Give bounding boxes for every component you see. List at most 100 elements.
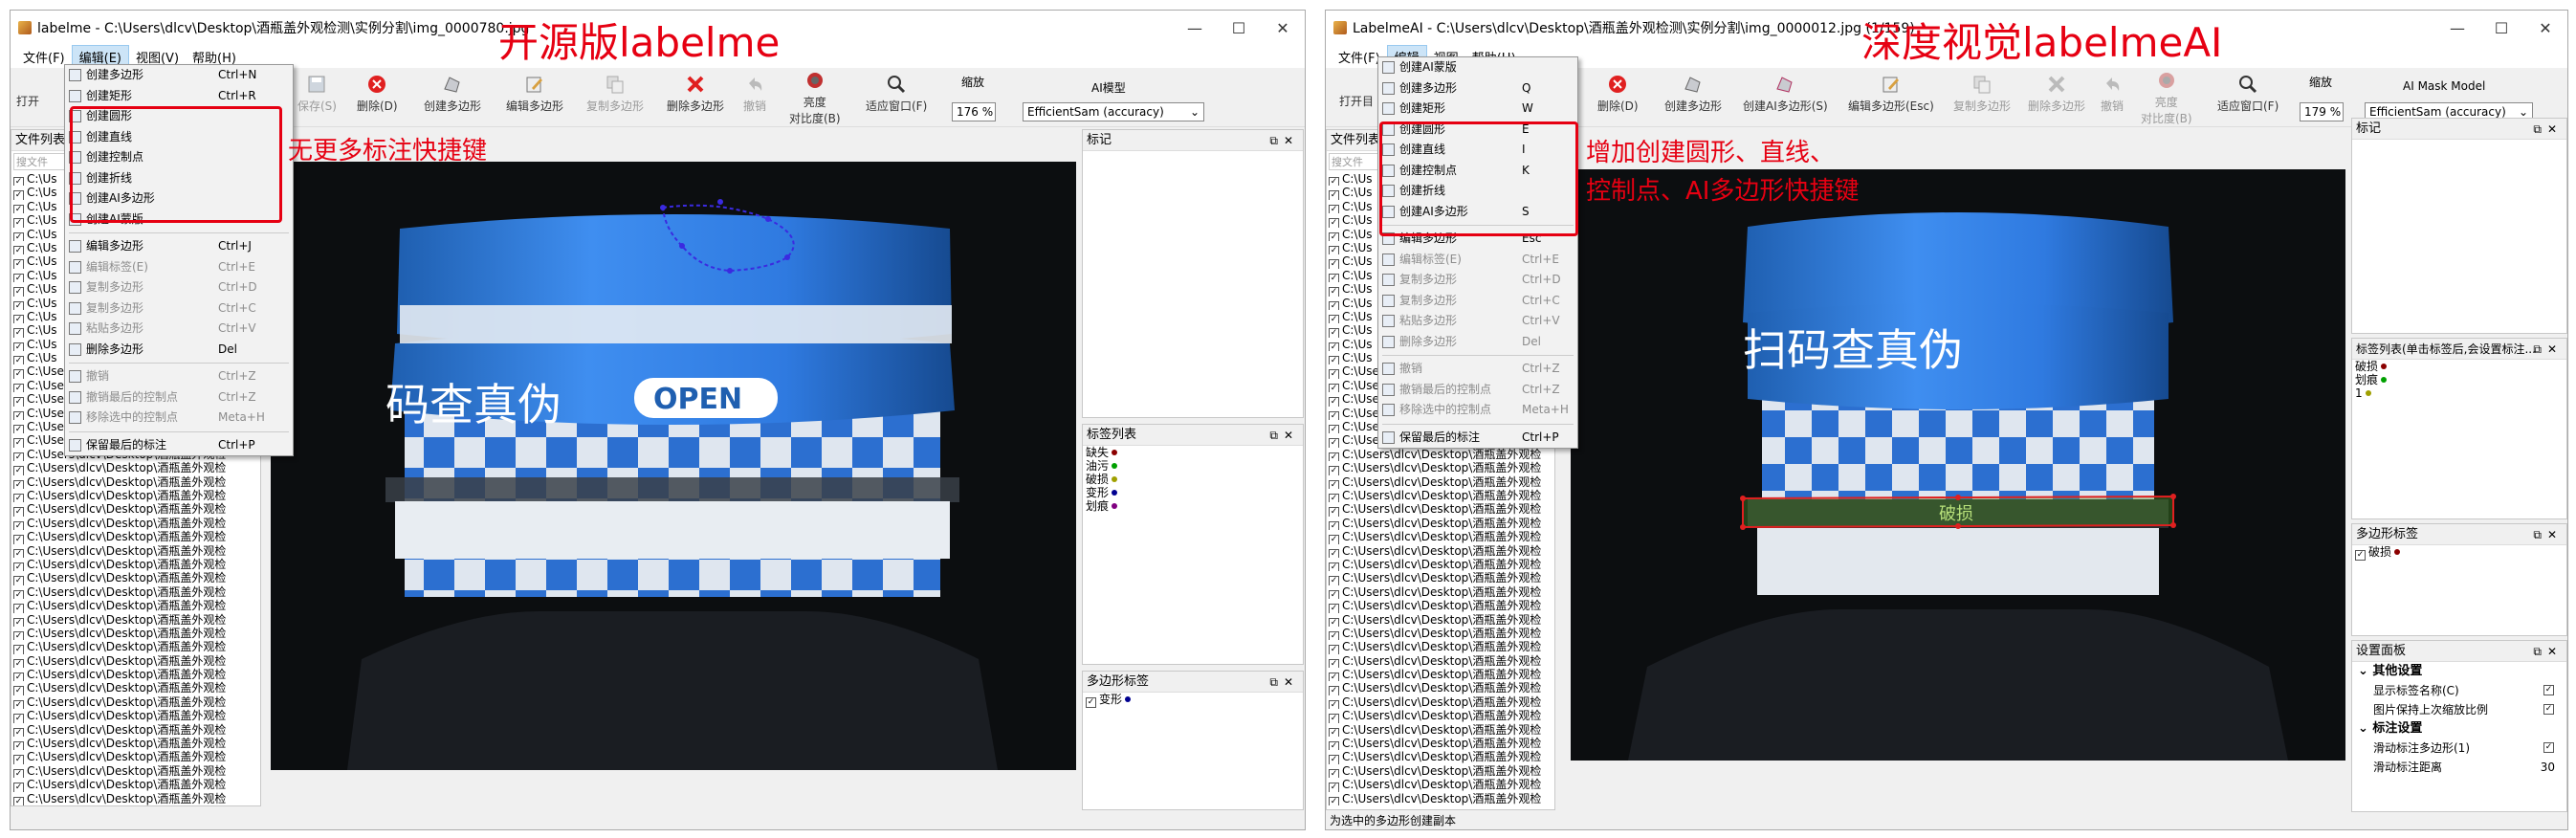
file-checkbox[interactable]: ✓ [13, 604, 24, 613]
file-list-item[interactable]: ✓C:\Users\dlcv\Desktop\酒瓶盖外观检 [1327, 448, 1554, 462]
file-list-item[interactable]: ✓C:\Users\dlcv\Desktop\酒瓶盖外观检 [11, 517, 260, 531]
file-list-item[interactable]: ✓C:\Users\dlcv\Desktop\酒瓶盖外观检 [11, 681, 260, 695]
file-checkbox[interactable]: ✓ [1329, 727, 1339, 738]
file-list-item[interactable]: ✓C:\Users\dlcv\Desktop\酒瓶盖外观检 [11, 475, 260, 489]
settings-group-other[interactable]: ⌄ 其他设置 [2352, 662, 2566, 681]
file-checkbox[interactable]: ✓ [13, 741, 24, 751]
maximize-button[interactable]: ☐ [2479, 11, 2523, 45]
file-checkbox[interactable]: ✓ [1329, 479, 1339, 489]
file-list-item[interactable]: ✓C:\Users\dlcv\Desktop\酒瓶盖外观检 [11, 792, 260, 805]
file-checkbox[interactable]: ✓ [1329, 783, 1339, 792]
file-checkbox[interactable]: ✓ [1329, 617, 1339, 627]
fit-window-button[interactable]: 适应窗口(F) [2217, 74, 2279, 114]
label-checkbox[interactable]: ✓ [2355, 550, 2366, 561]
file-list-item[interactable]: ✓C:\Users\dlcv\Desktop\酒瓶盖外观检 [11, 750, 260, 764]
file-checkbox[interactable]: ✓ [1329, 452, 1339, 462]
close-button[interactable]: ✕ [2523, 11, 2567, 45]
file-list-item[interactable]: ✓C:\Users\dlcv\Desktop\酒瓶盖外观检 [11, 709, 260, 723]
dock-buttons[interactable]: ⧉✕ [1269, 425, 1299, 446]
file-checkbox[interactable]: ✓ [1329, 204, 1339, 214]
menu-item[interactable]: 复制多边形 Ctrl+D [1378, 270, 1577, 291]
menu-item[interactable]: 撤销 Ctrl+Z [65, 366, 293, 387]
zoom-input[interactable]: 179 % [2300, 102, 2344, 121]
file-list-item[interactable]: ✓C:\Users\dlcv\Desktop\酒瓶盖外观检 [11, 571, 260, 585]
brightness-button[interactable]: 亮度 对比度(B) [2141, 70, 2192, 126]
file-list-item[interactable]: ✓C:\Users\dlcv\Desktop\酒瓶盖外观检 [1327, 750, 1554, 764]
file-list-item[interactable]: ✓C:\Users\dlcv\Desktop\酒瓶盖外观检 [11, 530, 260, 544]
file-checkbox[interactable]: ✓ [1329, 356, 1339, 365]
delete-polygon-button[interactable]: 删除多边形 [2028, 74, 2085, 114]
menu-item[interactable]: 粘贴多边形 Ctrl+V [65, 319, 293, 340]
file-list-item[interactable]: ✓C:\Users\dlcv\Desktop\酒瓶盖外观检 [1327, 571, 1554, 585]
file-checkbox[interactable]: ✓ [13, 218, 24, 228]
file-checkbox[interactable]: ✓ [13, 314, 24, 324]
brightness-button[interactable]: 亮度 对比度(B) [789, 70, 841, 126]
file-list-item[interactable]: ✓C:\Users\dlcv\Desktop\酒瓶盖外观检 [11, 668, 260, 682]
file-checkbox[interactable]: ✓ [13, 520, 24, 531]
file-checkbox[interactable]: ✓ [13, 699, 24, 710]
file-checkbox[interactable]: ✓ [1329, 562, 1339, 572]
label-item[interactable]: 1 [2352, 386, 2566, 400]
checkbox[interactable]: ✓ [2543, 685, 2554, 695]
label-item[interactable]: 划痕 [1083, 499, 1303, 513]
file-list-item[interactable]: ✓C:\Users\dlcv\Desktop\酒瓶盖外观检 [11, 654, 260, 669]
undo-button[interactable]: 撤销 [2101, 74, 2124, 114]
file-checkbox[interactable]: ✓ [13, 479, 24, 489]
image-canvas[interactable]: 码查真伪 OPEN [271, 162, 1076, 770]
menu-item[interactable]: 移除选中的控制点 Meta+H [65, 408, 293, 429]
file-checkbox[interactable]: ✓ [13, 686, 24, 695]
file-checkbox[interactable]: ✓ [1329, 190, 1339, 200]
file-checkbox[interactable]: ✓ [13, 548, 24, 558]
file-checkbox[interactable]: ✓ [13, 673, 24, 682]
file-checkbox[interactable]: ✓ [13, 204, 24, 214]
file-list-item[interactable]: ✓C:\Users\dlcv\Desktop\酒瓶盖外观检 [1327, 723, 1554, 738]
file-list-item[interactable]: ✓C:\Users\dlcv\Desktop\酒瓶盖外观检 [11, 461, 260, 475]
label-item[interactable]: 破损 [1083, 473, 1303, 486]
file-checkbox[interactable]: ✓ [13, 410, 24, 421]
file-list-item[interactable]: ✓C:\Users\dlcv\Desktop\酒瓶盖外观检 [1327, 681, 1554, 695]
file-checkbox[interactable]: ✓ [13, 356, 24, 365]
delete-polygon-button[interactable]: 删除多边形 [667, 74, 724, 114]
label-item[interactable]: 缺失 [1083, 446, 1303, 459]
delete-button[interactable]: 删除(D) [357, 74, 398, 114]
file-checkbox[interactable]: ✓ [13, 300, 24, 310]
file-checkbox[interactable]: ✓ [1329, 535, 1339, 544]
setting-keep-zoom[interactable]: 图片保持上次缩放比例 ✓ [2352, 700, 2566, 719]
file-checkbox[interactable]: ✓ [1329, 177, 1339, 187]
file-checkbox[interactable]: ✓ [13, 727, 24, 738]
edit-polygon-button[interactable]: 编辑多边形(Esc) [1848, 74, 1934, 114]
file-checkbox[interactable]: ✓ [1329, 548, 1339, 558]
menu-item[interactable]: 保留最后的标注 Ctrl+P [65, 435, 293, 456]
file-checkbox[interactable]: ✓ [1329, 410, 1339, 421]
menu-item[interactable]: 撤销最后的控制点 Ctrl+Z [1378, 380, 1577, 401]
file-checkbox[interactable]: ✓ [13, 783, 24, 792]
file-checkbox[interactable]: ✓ [13, 452, 24, 462]
file-list-item[interactable]: ✓C:\Users\dlcv\Desktop\酒瓶盖外观检 [1327, 778, 1554, 792]
dock-buttons[interactable]: ⧉✕ [1269, 672, 1299, 693]
file-list-item[interactable]: ✓C:\Users\dlcv\Desktop\酒瓶盖外观检 [1327, 585, 1554, 600]
file-list-item[interactable]: ✓C:\Users\dlcv\Desktop\酒瓶盖外观检 [11, 723, 260, 738]
minimize-button[interactable]: — [2435, 11, 2479, 45]
menu-item[interactable]: 编辑标签(E) Ctrl+E [1378, 250, 1577, 271]
file-checkbox[interactable]: ✓ [13, 259, 24, 269]
file-checkbox[interactable]: ✓ [13, 369, 24, 379]
file-list-item[interactable]: ✓C:\Users\dlcv\Desktop\酒瓶盖外观检 [1327, 764, 1554, 779]
checkbox[interactable]: ✓ [2543, 742, 2554, 753]
label-item[interactable]: ✓ 破损 [2352, 545, 2566, 561]
file-checkbox[interactable]: ✓ [13, 383, 24, 393]
file-list-item[interactable]: ✓C:\Users\dlcv\Desktop\酒瓶盖外观检 [11, 737, 260, 751]
menu-item[interactable]: 撤销 Ctrl+Z [1378, 359, 1577, 380]
file-list-item[interactable]: ✓C:\Users\dlcv\Desktop\酒瓶盖外观检 [1327, 654, 1554, 669]
file-list-item[interactable]: ✓C:\Users\dlcv\Desktop\酒瓶盖外观检 [1327, 530, 1554, 544]
file-list-item[interactable]: ✓C:\Users\dlcv\Desktop\酒瓶盖外观检 [1327, 613, 1554, 627]
menu-item[interactable]: 创建矩形 Ctrl+R [65, 86, 293, 107]
file-checkbox[interactable]: ✓ [1329, 714, 1339, 723]
close-button[interactable]: ✕ [1261, 11, 1305, 45]
slide-distance-value[interactable]: 30 [2541, 758, 2555, 777]
file-list-item[interactable]: ✓C:\Users\dlcv\Desktop\酒瓶盖外观检 [1327, 627, 1554, 641]
create-ai-polygon-button[interactable]: 创建AI多边形(S) [1743, 74, 1828, 114]
file-checkbox[interactable]: ✓ [13, 425, 24, 434]
menu-item[interactable]: 创建多边形 Q [1378, 78, 1577, 99]
setting-slide-polygon[interactable]: 滑动标注多边形(1) ✓ [2352, 739, 2566, 758]
maximize-button[interactable]: ☐ [1217, 11, 1261, 45]
